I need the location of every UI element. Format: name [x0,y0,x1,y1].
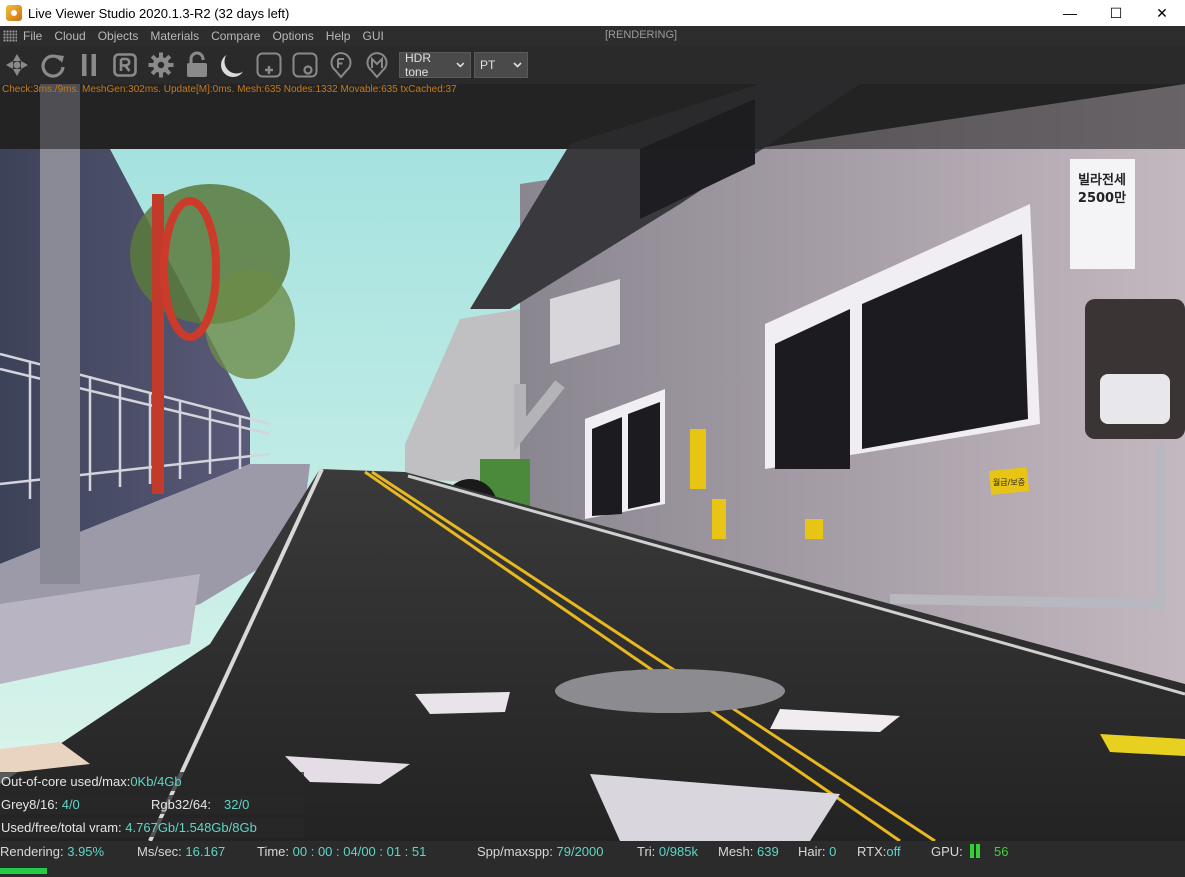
sphere-button[interactable] [217,49,249,81]
send-scene-icon [6,54,28,76]
hair-value: 0 [829,844,837,859]
out-of-core-label: Out-of-core used/max: [1,774,131,789]
minimize-button[interactable]: — [1047,0,1093,26]
region-icon [113,53,137,77]
app-logo-icon [6,5,22,21]
poster-text: 월급/보증 [993,477,1025,487]
mesh-value: 639 [757,844,779,859]
spp-label: Spp/maxspp: [477,844,553,859]
chevron-down-icon [513,62,522,68]
rtx-value: off [886,844,901,859]
gpu-status: GPU: 56 [931,844,1009,861]
window-controls: — ☐ ✕ [1047,0,1185,26]
restart-button[interactable] [37,49,69,81]
render-stats-line: Check:3ms./9ms. MeshGen:302ms. Update[M]… [2,84,457,95]
menu-objects[interactable]: Objects [98,29,139,43]
lock-icon [187,51,207,77]
kernel-value: PT [480,58,496,72]
render-progress-bar [0,868,1185,874]
maximize-button[interactable]: ☐ [1093,0,1139,26]
status-bar: Rendering: 3.95% Ms/sec: 16.167 Time: 00… [0,841,1185,877]
hair-status: Hair: 0 [798,844,836,859]
render-progress-fill [0,868,47,874]
rendering-status: Rendering: 3.95% [0,844,104,859]
menu-cloud[interactable]: Cloud [54,29,85,43]
settings-gear-icon [148,52,174,78]
mesh-status: Mesh: 639 [718,844,779,859]
focus-picker-button[interactable] [325,49,357,81]
spp-value: 79/2000 [556,844,604,859]
rgb-value: 32/0 [224,797,250,812]
vram-label: Used/free/total vram: [1,820,122,835]
tri-status: Tri: 0/985k [637,844,698,859]
out-of-core-value: 0Kb/4Gb [130,774,182,789]
menu-file[interactable]: File [23,29,42,43]
gpu-value: 56 [994,844,1009,859]
kernel-select[interactable]: PT [474,52,528,78]
add-region-button[interactable] [253,49,285,81]
title-bar: Live Viewer Studio 2020.1.3-R2 (32 days … [0,0,1185,26]
gpu-label: GPU: [931,844,963,859]
material-picker-button[interactable] [361,49,393,81]
clay-icon [292,52,318,78]
rtx-label: RTX: [857,844,887,859]
grey-value: 4/0 [61,797,80,812]
add-region-icon [256,52,282,78]
time-value: 00 : 00 : 04/00 : 01 : 51 [292,844,427,859]
time-label: Time: [257,844,290,859]
menu-bar: File Cloud Objects Materials Compare Opt… [0,26,1185,46]
clay-button[interactable] [289,49,321,81]
tri-value: 0/985k [658,844,698,859]
gpu-usage-bars-icon [970,844,982,861]
focus-picker-icon [330,52,352,79]
rgb-label: Rgb32/64: [151,797,211,812]
menu-gui[interactable]: GUI [362,29,383,43]
mssec-value: 16.167 [185,844,226,859]
pause-icon [82,54,96,76]
material-picker-icon [366,52,388,79]
settings-button[interactable] [145,49,177,81]
send-scene-button[interactable] [1,49,33,81]
menu-materials[interactable]: Materials [150,29,199,43]
grey-label: Grey8/16: [1,797,59,812]
texture-count-panel: Grey8/16: 4/0 Rgb32/64: 32/0 [0,795,304,814]
render-viewport[interactable]: 빌라전세 2500만 월급/보증 Check:3ms./9ms. MeshGen… [0,84,1185,841]
render-status: [RENDERING] [605,29,678,41]
vram-panel: Used/free/total vram: 4.767Gb/1.548Gb/8G… [0,818,304,837]
chevron-down-icon [456,62,465,68]
spp-status: Spp/maxspp: 79/2000 [477,844,604,859]
time-status: Time: 00 : 00 : 04/00 : 01 : 51 [257,844,426,859]
rendering-value: 3.95% [67,844,105,859]
sign-text-line-1: 빌라전세 [1078,172,1126,188]
region-button[interactable] [109,49,141,81]
rtx-status: RTX:off [857,844,901,859]
tonemap-value: HDR tone [405,51,431,79]
vram-value: 4.767Gb/1.548Gb/8Gb [125,820,257,835]
window-title: Live Viewer Studio 2020.1.3-R2 (32 days … [28,5,290,21]
toolbar: HDR tone PT [0,46,1185,84]
restart-icon [41,54,65,78]
tri-label: Tri: [637,844,656,859]
hair-label: Hair: [798,844,826,859]
mesh-label: Mesh: [718,844,754,859]
sphere-icon [221,51,247,77]
out-of-core-panel: Out-of-core used/max: 0Kb/4Gb [0,772,304,791]
mssec-status: Ms/sec: 16.167 [137,844,225,859]
rendering-label: Rendering: [0,844,64,859]
menu-help[interactable]: Help [326,29,351,43]
sign-text-line-2: 2500만 [1078,190,1126,206]
lock-button[interactable] [181,49,213,81]
close-button[interactable]: ✕ [1139,0,1185,26]
rendered-image[interactable]: 빌라전세 2500만 월급/보증 [0,84,1185,841]
pause-button[interactable] [73,49,105,81]
menu-compare[interactable]: Compare [211,29,260,43]
menu-grip-icon[interactable] [3,30,17,42]
menu-options[interactable]: Options [272,29,313,43]
mssec-label: Ms/sec: [137,844,182,859]
tonemap-select[interactable]: HDR tone [399,51,471,79]
